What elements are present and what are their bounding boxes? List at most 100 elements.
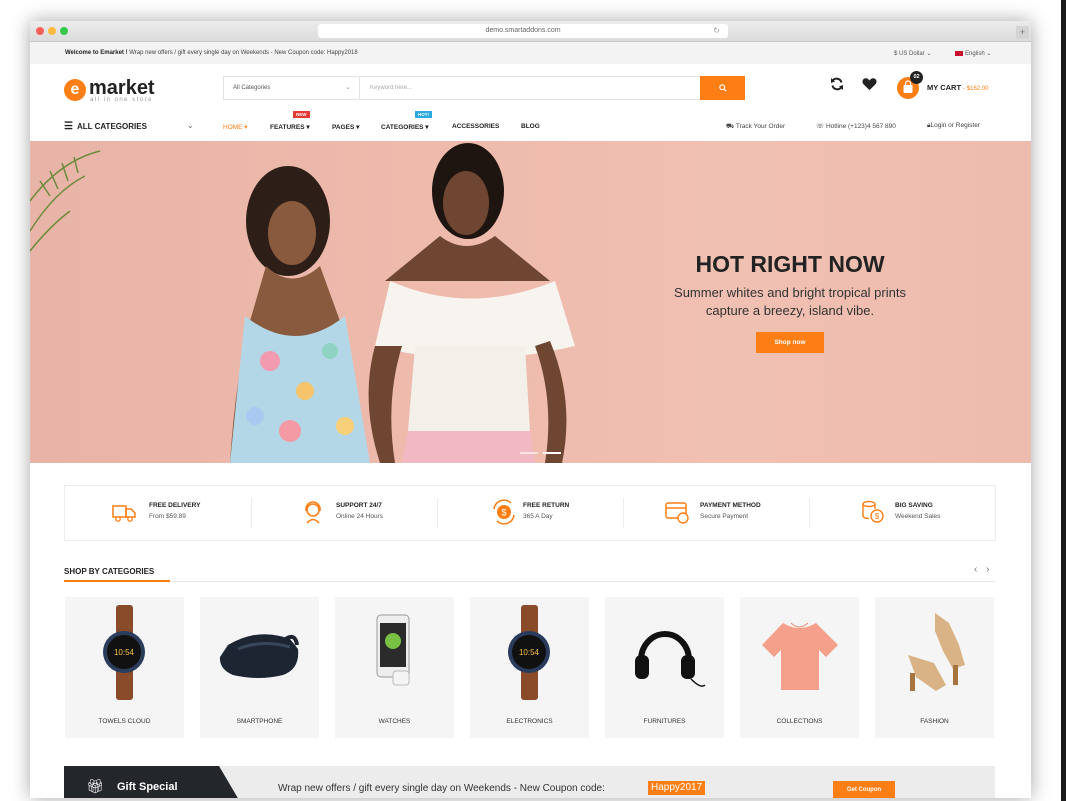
truck-icon [112,505,136,522]
nav-pages[interactable]: PAGES ▾ [332,123,359,131]
get-coupon-button[interactable]: Get Coupon [833,781,895,798]
maximize-window-button[interactable] [60,27,68,35]
hero-banner: HOT RIGHT NOW Summer whites and bright t… [30,141,1031,463]
category-select[interactable]: All Categories ⌄ [224,77,360,99]
category-card[interactable]: 10:54 ELECTRONICS [470,597,589,738]
compare-icon[interactable] [830,77,846,97]
carousel-arrows[interactable]: ‹ › [974,564,992,575]
blouse-image [762,622,838,690]
gift-icon: 🎁︎ [86,778,104,794]
hero-subtitle-line-2: capture a breezy, island vibe. [705,303,875,318]
minimize-window-button[interactable] [48,27,56,35]
section-underline [64,580,170,582]
section-title: SHOP BY CATEGORIES [64,567,155,576]
vr-headset-image [219,634,299,678]
hero-models-image [30,143,575,463]
coins-icon: $ [862,500,884,523]
category-card[interactable]: WATCHES [335,597,454,738]
phone-icon: ☏ [816,123,825,130]
phone-tracker-image [376,614,410,686]
hotline-link[interactable]: ☏ Hotline (+123)4 567 890 [816,122,896,130]
address-bar[interactable]: demo.smartaddons.com ↻ [318,24,728,38]
truck-icon: ⛟ [726,123,735,130]
svg-text:10:54: 10:54 [519,648,540,657]
hamburger-icon: ☰ [64,121,73,132]
login-link[interactable]: 🔒︎Login or Register [927,122,980,130]
hero-subtitle-line-1: Summer whites and bright tropical prints [674,285,906,300]
background-edge [1061,0,1066,801]
language-select[interactable]: English ⌄ [955,50,991,57]
section-divider [64,581,995,582]
category-card[interactable]: 10:54 TOWELS CLOUD [65,597,184,738]
hero-subtitle: Summer whites and bright tropical prints… [590,284,990,320]
feature-subtitle: From $59.89 [149,513,186,520]
feature-subtitle: Weekend Sales [895,513,941,520]
track-order-link[interactable]: ⛟ Track Your Order [726,122,785,131]
category-card[interactable]: FURNITURES [605,597,724,738]
nav-blog[interactable]: BLOG [521,123,540,130]
smartwatch-image: 10:54 [508,605,550,700]
nav-accessories[interactable]: ACCESSORIES [452,123,499,130]
feature-subtitle: Secure Payment [700,513,749,520]
headset-icon [305,501,321,524]
slider-dot[interactable] [520,452,538,454]
address-url: demo.smartaddons.com [485,27,561,34]
feature-free-return: $ FREE RETURN 365 A Day [437,486,623,540]
language-label: English ⌄ [965,51,992,57]
top-bar: Welcome to Emarket ! Wrap new offers / g… [30,42,1031,64]
all-categories-label: ALL CATEGORIES [76,122,147,131]
chevron-down-icon: ⌄ [345,84,351,91]
card-icon [665,502,689,524]
search-icon [718,84,727,92]
welcome-message: Welcome to Emarket ! Wrap new offers / g… [65,50,358,56]
features-strip: FREE DELIVERY From $59.89 SUPPORT 24/7 O… [64,485,996,541]
feature-title: FREE DELIVERY [149,502,201,509]
login-label: Login or Register [930,122,980,129]
search-input[interactable] [361,77,699,99]
new-badge: NEW [293,111,310,118]
close-window-button[interactable] [36,27,44,35]
cart-button[interactable]: MY CART - $162.00 [927,83,988,92]
browser-window: demo.smartaddons.com ↻ + Welcome to Emar… [30,21,1031,798]
currency-select[interactable]: $ US Dollar ⌄ [894,50,931,57]
svg-text:$: $ [501,508,506,518]
category-label: FASHION [920,718,949,725]
feature-subtitle: Online 24 Hours [336,513,383,520]
nav-categories[interactable]: CATEGORIES ▾ [381,123,429,131]
new-tab-button[interactable]: + [1016,26,1029,39]
shop-now-button[interactable]: Shop now [756,332,824,353]
feature-subtitle: 365 A Day [523,513,553,520]
site-logo[interactable]: e market all in one store [64,77,174,107]
chevron-down-icon: ⌄ [187,121,194,130]
feature-free-delivery: FREE DELIVERY From $59.89 [65,486,251,540]
wishlist-heart-icon[interactable] [862,77,878,97]
svg-text:10:54: 10:54 [114,648,135,657]
sandals-image [908,613,965,691]
cart-count-badge: 02 [910,71,923,84]
category-label: TOWELS CLOUD [98,718,151,725]
reload-icon[interactable]: ↻ [713,24,720,38]
hero-title: HOT RIGHT NOW [695,251,885,277]
headphones-image [635,631,706,687]
slider-dot-active[interactable] [543,452,561,454]
cart-label: MY CART [927,83,962,92]
category-card[interactable]: COLLECTIONS [740,597,859,738]
gift-title: Gift Special [117,781,178,793]
nav-features[interactable]: FEATURES ▾ [270,123,310,131]
hot-badge: HOT! [415,111,432,118]
all-categories-menu[interactable]: ☰ ALL CATEGORIES [64,121,147,132]
flag-icon [955,50,963,56]
nav-home[interactable]: HOME ▾ [223,123,248,131]
search-bar: All Categories ⌄ [223,76,745,100]
feature-title: SUPPORT 24/7 [336,502,382,509]
category-select-value: All Categories [233,85,271,91]
svg-text:$: $ [875,512,880,521]
palm-leaf-image [30,150,101,252]
return-icon: $ [493,499,515,525]
category-card[interactable]: FASHION [875,597,994,738]
feature-payment: PAYMENT METHOD Secure Payment [623,486,809,540]
category-card[interactable]: SMARTPHONE [200,597,319,738]
category-label: ELECTRONICS [506,718,553,725]
search-button[interactable] [700,76,745,100]
arrows-glyph: ‹ › [974,564,993,575]
